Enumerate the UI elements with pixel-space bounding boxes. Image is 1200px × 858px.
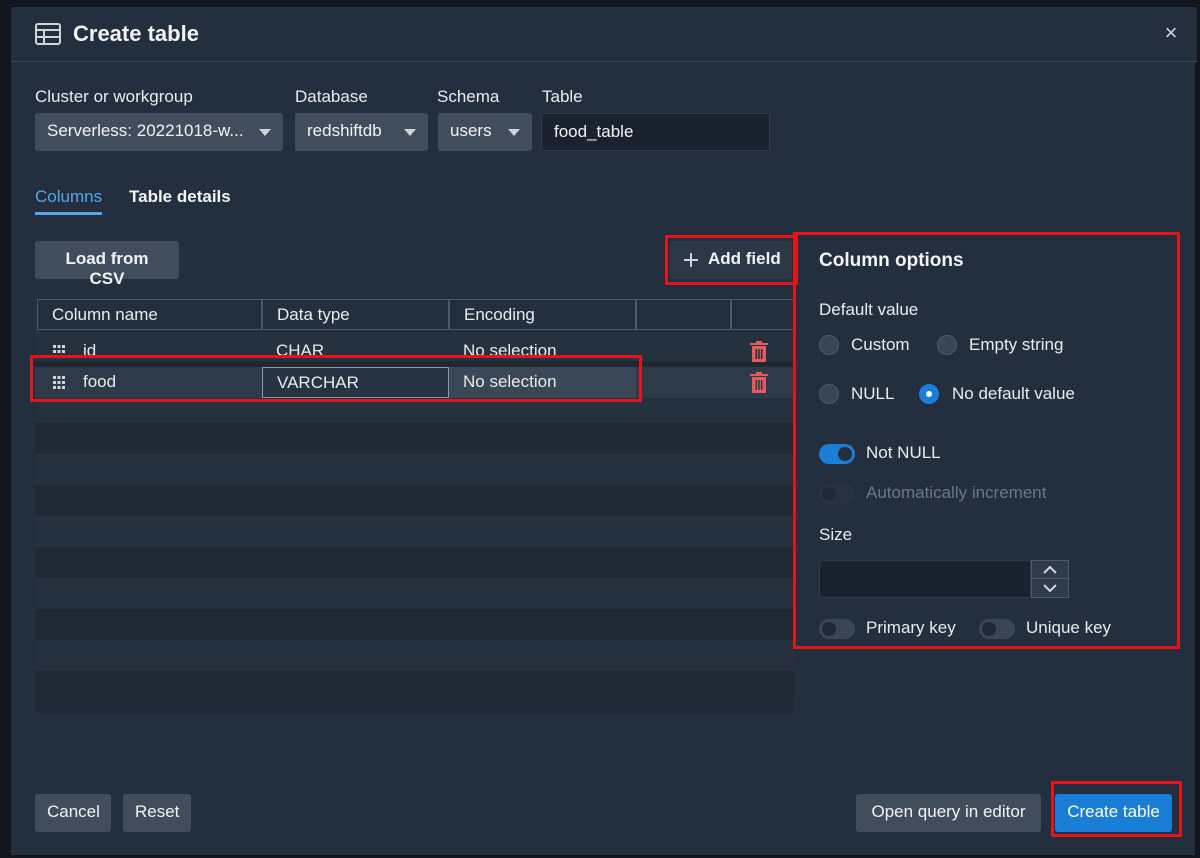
- columns-grid: Column name Data type Encoding id CHAR N…: [35, 299, 794, 713]
- close-icon[interactable]: ×: [1159, 21, 1183, 45]
- size-stepper: [1031, 560, 1069, 598]
- not-null-label: Not NULL: [866, 443, 941, 462]
- primary-key-label: Primary key: [866, 618, 956, 637]
- column-header-blank: [636, 299, 731, 330]
- schema-select-value: users: [450, 121, 492, 140]
- stepper-up-button[interactable]: [1032, 561, 1068, 579]
- create-table-button[interactable]: Create table: [1055, 794, 1172, 832]
- drag-handle-icon[interactable]: [53, 376, 65, 389]
- radio-empty-string-label: Empty string: [969, 335, 1064, 354]
- tab-table-details[interactable]: Table details: [129, 187, 231, 207]
- grid-empty-row: [35, 671, 794, 702]
- table-row-selected[interactable]: food VARCHAR No selection: [35, 367, 794, 398]
- column-header-encoding[interactable]: Encoding: [449, 299, 636, 330]
- grid-empty-row: [35, 609, 794, 640]
- chevron-down-icon: [404, 129, 416, 136]
- grid-empty-row: [35, 485, 794, 516]
- schema-select[interactable]: users: [438, 113, 532, 151]
- radio-empty-string[interactable]: [937, 335, 957, 355]
- grid-empty-row: [35, 547, 794, 578]
- unique-key-toggle[interactable]: [979, 619, 1015, 639]
- radio-null[interactable]: [819, 384, 839, 404]
- table-name-input[interactable]: food_table: [541, 113, 770, 151]
- chevron-down-icon: [259, 129, 271, 136]
- cluster-label: Cluster or workgroup: [35, 87, 193, 106]
- create-table-dialog: Create table × Cluster or workgroup Serv…: [10, 6, 1197, 856]
- table-icon: [35, 23, 61, 45]
- default-value-label: Default value: [819, 300, 919, 319]
- grid-empty-row: [35, 423, 794, 454]
- cluster-select-value: Serverless: 20221018-w...: [47, 121, 244, 140]
- not-null-toggle[interactable]: [819, 444, 855, 464]
- grid-empty-row: [35, 516, 794, 547]
- table-label: Table: [542, 87, 583, 106]
- column-options-panel: Column options Default value Custom Empt…: [797, 235, 1181, 647]
- auto-increment-toggle[interactable]: [819, 484, 855, 504]
- unique-key-label: Unique key: [1026, 618, 1112, 637]
- tab-columns[interactable]: Columns: [35, 187, 103, 215]
- chevron-down-icon: [508, 129, 520, 136]
- radio-no-default-value-label: No default value: [952, 384, 1075, 403]
- database-select[interactable]: redshiftdb: [295, 113, 428, 151]
- cancel-button[interactable]: Cancel: [35, 794, 111, 832]
- add-field-button[interactable]: Add field: [670, 241, 792, 279]
- database-label: Database: [295, 87, 368, 106]
- row-column-name[interactable]: food: [69, 367, 259, 398]
- radio-null-label: NULL: [851, 384, 895, 403]
- row-encoding[interactable]: No selection: [449, 367, 636, 398]
- load-from-csv-button[interactable]: Load from CSV: [35, 241, 179, 288]
- size-input[interactable]: [819, 560, 1031, 598]
- column-options-title: Column options: [819, 250, 964, 271]
- stepper-down-button[interactable]: [1032, 579, 1068, 597]
- radio-custom[interactable]: [819, 335, 839, 355]
- radio-custom-label: Custom: [851, 335, 910, 354]
- schema-label: Schema: [437, 87, 500, 106]
- row-encoding[interactable]: No selection: [449, 336, 636, 367]
- table-row[interactable]: id CHAR No selection: [35, 336, 794, 367]
- database-select-value: redshiftdb: [307, 121, 382, 140]
- plus-icon: [684, 253, 698, 267]
- chevron-down-icon: [1043, 584, 1057, 593]
- grid-empty-row: [35, 640, 794, 671]
- drag-handle-icon[interactable]: [53, 345, 65, 358]
- grid-empty-row: [35, 578, 794, 609]
- dialog-title: Create table: [73, 21, 199, 46]
- radio-no-default-value[interactable]: [919, 384, 939, 404]
- primary-key-toggle[interactable]: [819, 619, 855, 639]
- grid-header-row: Column name Data type Encoding: [35, 299, 794, 330]
- row-data-type[interactable]: VARCHAR: [262, 367, 449, 398]
- trash-icon[interactable]: [750, 341, 768, 362]
- trash-icon[interactable]: [750, 372, 768, 393]
- reset-button[interactable]: Reset: [123, 794, 191, 832]
- row-column-name[interactable]: id: [69, 336, 259, 367]
- cluster-select[interactable]: Serverless: 20221018-w...: [35, 113, 283, 151]
- column-header-actions: [731, 299, 794, 330]
- dialog-header: Create table ×: [11, 7, 1197, 62]
- open-query-in-editor-button[interactable]: Open query in editor: [856, 794, 1041, 832]
- row-data-type[interactable]: CHAR: [262, 336, 449, 367]
- column-header-type[interactable]: Data type: [262, 299, 449, 330]
- auto-increment-label: Automatically increment: [866, 483, 1047, 502]
- column-header-name[interactable]: Column name: [37, 299, 262, 330]
- chevron-up-icon: [1043, 565, 1057, 574]
- size-label: Size: [819, 525, 853, 544]
- add-field-label: Add field: [708, 249, 781, 268]
- grid-empty-row: [35, 454, 794, 485]
